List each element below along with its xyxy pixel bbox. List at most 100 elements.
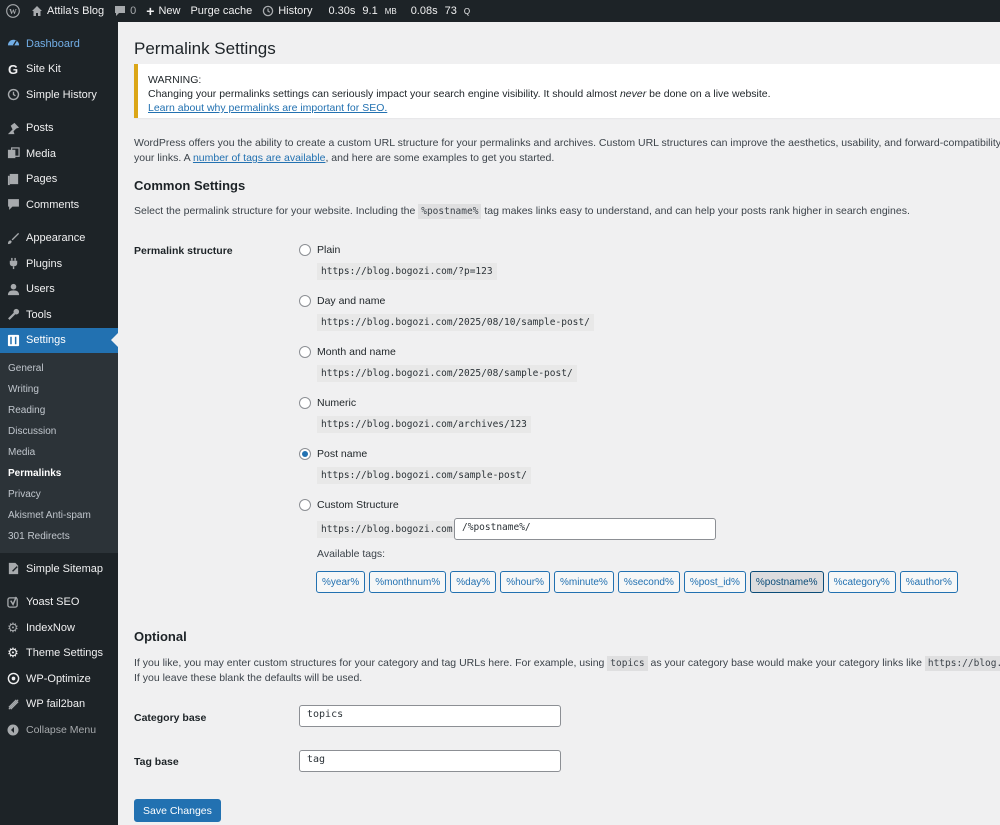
- intro-text: WordPress offers you the ability to crea…: [134, 137, 1000, 164]
- custom-structure-input[interactable]: /%postname%/: [454, 518, 716, 540]
- yoast-icon: [6, 595, 20, 609]
- seo-permalinks-link[interactable]: Learn about why permalinks are important…: [148, 102, 387, 114]
- option-numeric[interactable]: Numeric: [299, 397, 356, 409]
- tag-button-category[interactable]: %category%: [827, 571, 896, 593]
- submenu-item-discussion[interactable]: Discussion: [0, 421, 118, 442]
- purge-cache-link[interactable]: Purge cache: [185, 0, 257, 22]
- sidebar-item-wp-fail2ban[interactable]: WP fail2ban: [0, 692, 118, 718]
- stat-time: 0.30s: [328, 5, 356, 17]
- pages-icon: [6, 172, 20, 186]
- sidebar-item-simple-sitemap[interactable]: Simple Sitemap: [0, 556, 118, 582]
- submenu-item-writing[interactable]: Writing: [0, 379, 118, 400]
- sitemap-icon: [6, 562, 20, 576]
- collapse-icon: [6, 723, 20, 737]
- plug-icon: [6, 257, 20, 271]
- submenu-item-reading[interactable]: Reading: [0, 400, 118, 421]
- tag-button-day[interactable]: %day%: [450, 571, 497, 593]
- pin-icon: [6, 121, 20, 135]
- sidebar-item-theme-settings[interactable]: ⚙ Theme Settings: [0, 641, 118, 667]
- tag-base-input[interactable]: tag: [299, 750, 561, 772]
- tag-button-year[interactable]: %year%: [316, 571, 366, 593]
- sidebar-item-label: WP-Optimize: [26, 672, 91, 685]
- submenu-item-privacy[interactable]: Privacy: [0, 484, 118, 505]
- history-link[interactable]: History: [257, 0, 317, 22]
- option-plain[interactable]: Plain: [299, 244, 340, 256]
- category-base-input[interactable]: topics: [299, 705, 561, 727]
- sidebar-item-simple-history[interactable]: Simple History: [0, 82, 118, 108]
- history-icon: [262, 5, 274, 17]
- tag-button-post-id[interactable]: %post_id%: [683, 571, 746, 593]
- site-name-link[interactable]: Attila's Blog: [26, 0, 109, 22]
- tag-button-hour[interactable]: %hour%: [500, 571, 550, 593]
- wordpress-logo-icon[interactable]: W: [0, 0, 26, 22]
- radio-button[interactable]: [299, 499, 311, 511]
- submenu-item-akismet[interactable]: Akismet Anti-spam: [0, 505, 118, 526]
- sidebar-item-users[interactable]: Users: [0, 277, 118, 303]
- sidebar-item-label: Simple History: [26, 88, 97, 101]
- optimize-icon: [6, 672, 20, 686]
- tag-button-second[interactable]: %second%: [617, 571, 680, 593]
- sidebar-item-label: Theme Settings: [26, 647, 104, 660]
- available-tags-list: %year% %monthnum% %day% %hour% %minute% …: [316, 571, 962, 593]
- tag-button-author[interactable]: %author%: [899, 571, 958, 593]
- sidebar-item-indexnow[interactable]: ⚙ IndexNow: [0, 615, 118, 641]
- comments-link[interactable]: 0: [109, 0, 141, 22]
- sidebar-item-comments[interactable]: Comments: [0, 192, 118, 218]
- available-tags-link[interactable]: number of tags are available: [193, 152, 326, 164]
- comments-count: 0: [130, 5, 137, 17]
- dashboard-icon: [6, 37, 20, 51]
- radio-button[interactable]: [299, 397, 311, 409]
- main-content: Permalink Settings WARNING: Changing you…: [118, 22, 1000, 825]
- page-title: Permalink Settings: [134, 39, 276, 58]
- warning-text: Changing your permalinks settings can se…: [148, 88, 771, 100]
- sidebar-item-plugins[interactable]: Plugins: [0, 251, 118, 277]
- option-post-name[interactable]: Post name: [299, 448, 367, 460]
- radio-button-checked[interactable]: [299, 448, 311, 460]
- custom-base-url: https://blog.bogozi.com: [317, 521, 457, 538]
- sidebar-item-posts[interactable]: Posts: [0, 116, 118, 142]
- sidebar-item-media[interactable]: Media: [0, 141, 118, 167]
- site-name-label: Attila's Blog: [47, 5, 105, 17]
- submenu-item-redirects[interactable]: 301 Redirects: [0, 526, 118, 547]
- sidebar-item-label: Simple Sitemap: [26, 562, 104, 575]
- option-day-and-name[interactable]: Day and name: [299, 295, 385, 307]
- new-content-link[interactable]: + New: [141, 0, 185, 22]
- submenu-item-permalinks[interactable]: Permalinks: [0, 463, 118, 484]
- sidebar-item-label: IndexNow: [26, 621, 75, 634]
- stat-memory: 9.1 MB: [362, 5, 397, 17]
- warning-title: WARNING:: [148, 74, 202, 86]
- collapse-menu-button[interactable]: Collapse Menu: [0, 717, 118, 743]
- option-month-and-name[interactable]: Month and name: [299, 346, 396, 358]
- sidebar-item-pages[interactable]: Pages: [0, 167, 118, 193]
- option-custom-structure[interactable]: Custom Structure: [299, 499, 399, 511]
- common-settings-heading: Common Settings: [134, 178, 246, 193]
- tag-button-postname[interactable]: %postname%: [749, 571, 824, 593]
- history-label: History: [278, 5, 313, 17]
- comment-icon: [6, 198, 20, 212]
- brush-icon: [6, 231, 20, 245]
- sidebar-item-yoast-seo[interactable]: Yoast SEO: [0, 590, 118, 616]
- stat-db-time: 0.08s: [410, 5, 438, 17]
- submenu-item-general[interactable]: General: [0, 358, 118, 379]
- save-changes-button[interactable]: Save Changes: [134, 799, 221, 822]
- svg-text:W: W: [9, 7, 17, 16]
- sidebar-item-site-kit[interactable]: G Site Kit: [0, 57, 118, 83]
- sidebar-item-appearance[interactable]: Appearance: [0, 226, 118, 252]
- submenu-item-media[interactable]: Media: [0, 442, 118, 463]
- new-label: New: [158, 5, 181, 17]
- example-url: https://blog.bogozi.com/sample-post/: [317, 467, 531, 484]
- radio-button[interactable]: [299, 295, 311, 307]
- radio-button[interactable]: [299, 244, 311, 256]
- common-settings-description: Select the permalink structure for your …: [134, 204, 910, 219]
- query-monitor-stats[interactable]: 0.30s 9.1 MB 0.08s 73 Q: [323, 0, 489, 22]
- sidebar-item-settings[interactable]: Settings: [0, 327, 118, 353]
- sidebar-item-tools[interactable]: Tools: [0, 302, 118, 328]
- permalink-structure-label: Permalink structure: [134, 245, 233, 257]
- radio-button[interactable]: [299, 346, 311, 358]
- tag-button-monthnum[interactable]: %monthnum%: [369, 571, 447, 593]
- sidebar-item-wp-optimize[interactable]: WP-Optimize: [0, 666, 118, 692]
- sidebar-item-dashboard[interactable]: Dashboard: [0, 31, 118, 57]
- history-icon: [6, 88, 20, 102]
- sidebar-item-label: Site Kit: [26, 63, 61, 76]
- tag-button-minute[interactable]: %minute%: [554, 571, 614, 593]
